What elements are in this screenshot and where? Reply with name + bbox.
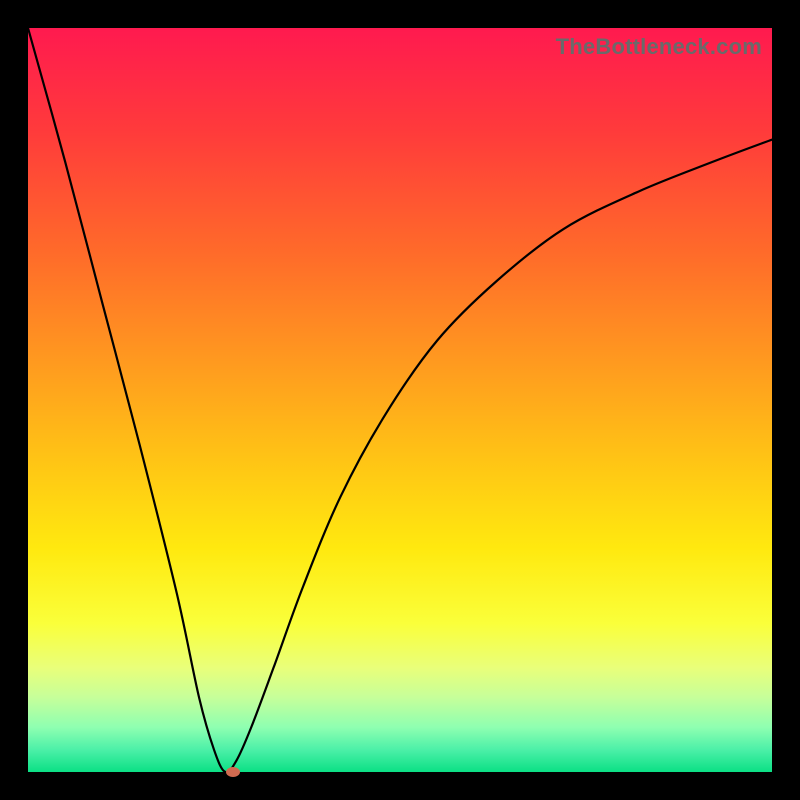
curve-svg bbox=[28, 28, 772, 772]
chart-frame: TheBottleneck.com bbox=[0, 0, 800, 800]
optimum-marker bbox=[226, 767, 240, 777]
plot-area: TheBottleneck.com bbox=[28, 28, 772, 772]
bottleneck-curve bbox=[28, 28, 772, 772]
